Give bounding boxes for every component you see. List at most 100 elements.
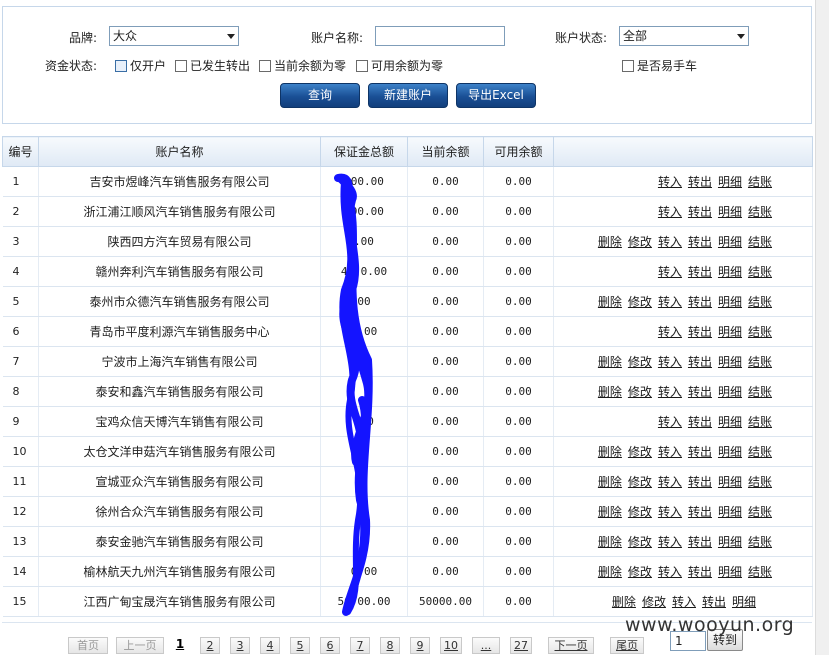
edit-link[interactable]: 修改 [628,535,652,549]
transfer-in-link[interactable]: 转入 [658,295,682,309]
details-link[interactable]: 明细 [718,535,742,549]
details-link[interactable]: 明细 [718,505,742,519]
transfer-out-link[interactable]: 转出 [688,205,712,219]
header-current-balance[interactable]: 当前余额 [407,136,484,167]
edit-link[interactable]: 修改 [642,595,666,609]
pager-next-button[interactable]: 下一页 [548,637,594,654]
transfer-in-link[interactable]: 转入 [658,175,682,189]
settle-link[interactable]: 结账 [748,205,772,219]
edit-link[interactable]: 修改 [628,355,652,369]
details-link[interactable]: 明细 [718,475,742,489]
transfer-out-link[interactable]: 转出 [688,175,712,189]
settle-link[interactable]: 结账 [748,505,772,519]
details-link[interactable]: 明细 [718,445,742,459]
delete-link[interactable]: 删除 [598,475,622,489]
transfer-in-link[interactable]: 转入 [658,325,682,339]
pager-page-button[interactable]: 2 [200,637,220,654]
checkbox-current-balance-zero[interactable]: 当前余额为零 [259,57,346,74]
transfer-in-link[interactable]: 转入 [658,505,682,519]
transfer-in-link[interactable]: 转入 [658,355,682,369]
delete-link[interactable]: 删除 [598,355,622,369]
details-link[interactable]: 明细 [718,295,742,309]
pager-page-button[interactable]: 5 [290,637,310,654]
checkbox-box[interactable] [115,59,127,72]
details-link[interactable]: 明细 [718,415,742,429]
checkbox-box[interactable] [622,59,634,72]
details-link[interactable]: 明细 [718,325,742,339]
pager-page-button[interactable]: 27 [510,637,532,654]
settle-link[interactable]: 结账 [748,565,772,579]
query-button[interactable]: 查询 [280,83,360,108]
account-name-input[interactable] [375,26,505,46]
transfer-out-link[interactable]: 转出 [688,535,712,549]
transfer-out-link[interactable]: 转出 [688,295,712,309]
checkbox-box[interactable] [356,59,368,72]
pager-last-button[interactable]: 尾页 [610,637,644,654]
settle-link[interactable]: 结账 [748,265,772,279]
settle-link[interactable]: 结账 [748,385,772,399]
pager-page-button[interactable]: 8 [380,637,400,654]
settle-link[interactable]: 结账 [748,415,772,429]
header-deposit-total[interactable]: 保证金总额 [320,136,408,167]
settle-link[interactable]: 结账 [748,175,772,189]
transfer-out-link[interactable]: 转出 [688,475,712,489]
pager-page-button[interactable]: 6 [320,637,340,654]
edit-link[interactable]: 修改 [628,235,652,249]
transfer-out-link[interactable]: 转出 [688,445,712,459]
delete-link[interactable]: 删除 [598,535,622,549]
details-link[interactable]: 明细 [718,265,742,279]
checkbox-box[interactable] [259,59,271,72]
export-excel-button[interactable]: 导出Excel [456,83,536,108]
transfer-out-link[interactable]: 转出 [702,595,726,609]
settle-link[interactable]: 结账 [748,355,772,369]
transfer-out-link[interactable]: 转出 [688,265,712,279]
transfer-out-link[interactable]: 转出 [688,415,712,429]
transfer-in-link[interactable]: 转入 [672,595,696,609]
settle-link[interactable]: 结账 [748,445,772,459]
checkbox-only-opened[interactable]: 仅开户 [115,57,166,74]
transfer-in-link[interactable]: 转入 [658,265,682,279]
delete-link[interactable]: 删除 [598,565,622,579]
details-link[interactable]: 明细 [718,565,742,579]
pager-current-page[interactable]: 1 [170,637,190,654]
delete-link[interactable]: 删除 [598,385,622,399]
settle-link[interactable]: 结账 [748,535,772,549]
delete-link[interactable]: 删除 [598,295,622,309]
transfer-in-link[interactable]: 转入 [658,445,682,459]
transfer-out-link[interactable]: 转出 [688,325,712,339]
checkbox-transferred-out[interactable]: 已发生转出 [175,57,250,74]
settle-link[interactable]: 结账 [748,235,772,249]
pager-page-button[interactable]: ... [472,637,500,654]
transfer-out-link[interactable]: 转出 [688,505,712,519]
transfer-out-link[interactable]: 转出 [688,235,712,249]
details-link[interactable]: 明细 [718,175,742,189]
transfer-in-link[interactable]: 转入 [658,235,682,249]
details-link[interactable]: 明细 [718,355,742,369]
brand-select[interactable]: 大众 [109,26,239,46]
transfer-in-link[interactable]: 转入 [658,385,682,399]
transfer-in-link[interactable]: 转入 [658,205,682,219]
delete-link[interactable]: 删除 [598,505,622,519]
details-link[interactable]: 明细 [718,235,742,249]
header-available-balance[interactable]: 可用余额 [483,136,554,167]
settle-link[interactable]: 结账 [748,325,772,339]
transfer-out-link[interactable]: 转出 [688,355,712,369]
transfer-in-link[interactable]: 转入 [658,475,682,489]
edit-link[interactable]: 修改 [628,565,652,579]
header-account-name[interactable]: 账户名称 [38,136,321,167]
settle-link[interactable]: 结账 [748,295,772,309]
edit-link[interactable]: 修改 [628,445,652,459]
transfer-out-link[interactable]: 转出 [688,385,712,399]
edit-link[interactable]: 修改 [628,475,652,489]
header-id[interactable]: 编号 [2,136,39,167]
new-account-button[interactable]: 新建账户 [368,83,448,108]
checkbox-box[interactable] [175,59,187,72]
transfer-in-link[interactable]: 转入 [658,535,682,549]
transfer-in-link[interactable]: 转入 [658,415,682,429]
pager-page-button[interactable]: 3 [230,637,250,654]
delete-link[interactable]: 删除 [598,445,622,459]
edit-link[interactable]: 修改 [628,295,652,309]
pager-page-button[interactable]: 9 [410,637,430,654]
pager-page-button[interactable]: 7 [350,637,370,654]
pager-page-button[interactable]: 4 [260,637,280,654]
